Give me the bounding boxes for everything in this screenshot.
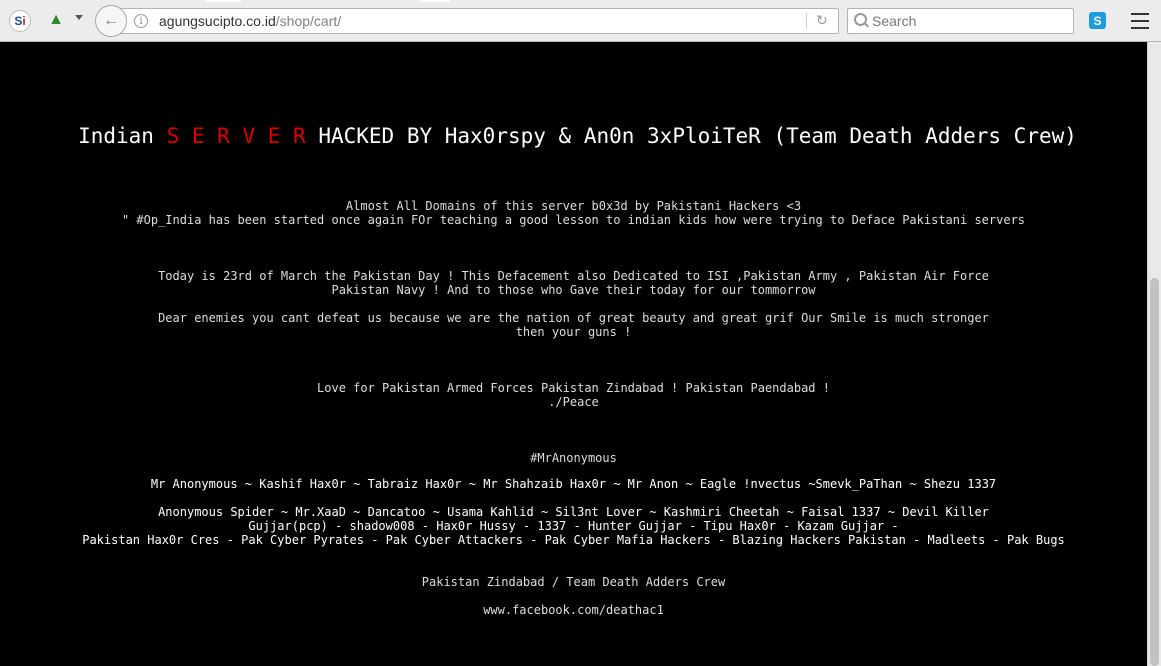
search-input[interactable]: Search: [847, 8, 1074, 34]
credits-line: Pakistan Hax0r Cres - Pak Cyber Pyrates …: [82, 533, 1065, 547]
search-placeholder: Search: [872, 13, 917, 29]
browser-toolbar: Si ▲ ← i agungsucipto.co.id/shop/cart/ ↻…: [0, 0, 1161, 42]
message-line: Today is 23rd of March the Pakistan Day …: [158, 269, 989, 283]
chevron-down-icon[interactable]: [75, 15, 83, 20]
info-icon[interactable]: i: [134, 14, 148, 28]
message-line: Almost All Domains of this server b0x3d …: [345, 199, 802, 213]
title-prefix: Indian: [78, 124, 167, 148]
back-button[interactable]: ←: [95, 5, 127, 37]
si-extension-icon[interactable]: Si: [9, 10, 31, 32]
back-arrow-icon: ←: [103, 12, 119, 29]
url-separator: [806, 13, 807, 29]
message-line: ./Peace: [548, 395, 599, 409]
message-line: Dear enemies you cant defeat us because …: [158, 311, 989, 325]
credits-line: Gujjar(pcp) - shadow008 - Hax0r Hussy - …: [248, 519, 899, 533]
page-title: Indian S E R V E R HACKED BY Hax0rspy & …: [0, 124, 1155, 148]
message-line: " #Op_India has been started once again …: [121, 213, 1026, 227]
url-text[interactable]: agungsucipto.co.id/shop/cart/: [159, 13, 341, 29]
green-extension-icon[interactable]: ▲: [46, 10, 66, 30]
page-content: Indian S E R V E R HACKED BY Hax0rspy & …: [0, 42, 1147, 666]
menu-icon[interactable]: [1131, 13, 1149, 29]
skype-icon[interactable]: S: [1089, 12, 1106, 29]
scrollbar-thumb[interactable]: [1150, 278, 1159, 666]
title-suffix: HACKED BY Hax0rspy & An0n 3xPloiTeR (Tea…: [305, 124, 1077, 148]
url-host: agungsucipto.co.id: [159, 13, 276, 29]
url-bar[interactable]: i agungsucipto.co.id/shop/cart/ ↻: [113, 8, 839, 34]
url-path: /shop/cart/: [275, 13, 342, 29]
message-line: Pakistan Navy ! And to those who Gave th…: [331, 283, 816, 297]
reload-icon[interactable]: ↻: [816, 12, 828, 29]
footer-link[interactable]: www.facebook.com/deathac1: [0, 603, 1147, 617]
credits-line: Anonymous Spider ~ Mr.XaaD ~ Dancatoo ~ …: [158, 505, 989, 519]
credits-line: Mr Anonymous ~ Kashif Hax0r ~ Tabraiz Ha…: [150, 477, 997, 491]
footer-line: Pakistan Zindabad / Team Death Adders Cr…: [421, 575, 726, 589]
tab-edge: [205, 0, 241, 2]
search-icon: [854, 13, 867, 26]
message-line: then your guns !: [515, 325, 632, 339]
title-red: S E R V E R: [166, 124, 306, 148]
message-line: Love for Pakistan Armed Forces Pakistan …: [317, 381, 830, 395]
vertical-scrollbar[interactable]: [1147, 42, 1161, 666]
message-line: #MrAnonymous: [530, 451, 617, 465]
tab-edge: [420, 0, 450, 2]
